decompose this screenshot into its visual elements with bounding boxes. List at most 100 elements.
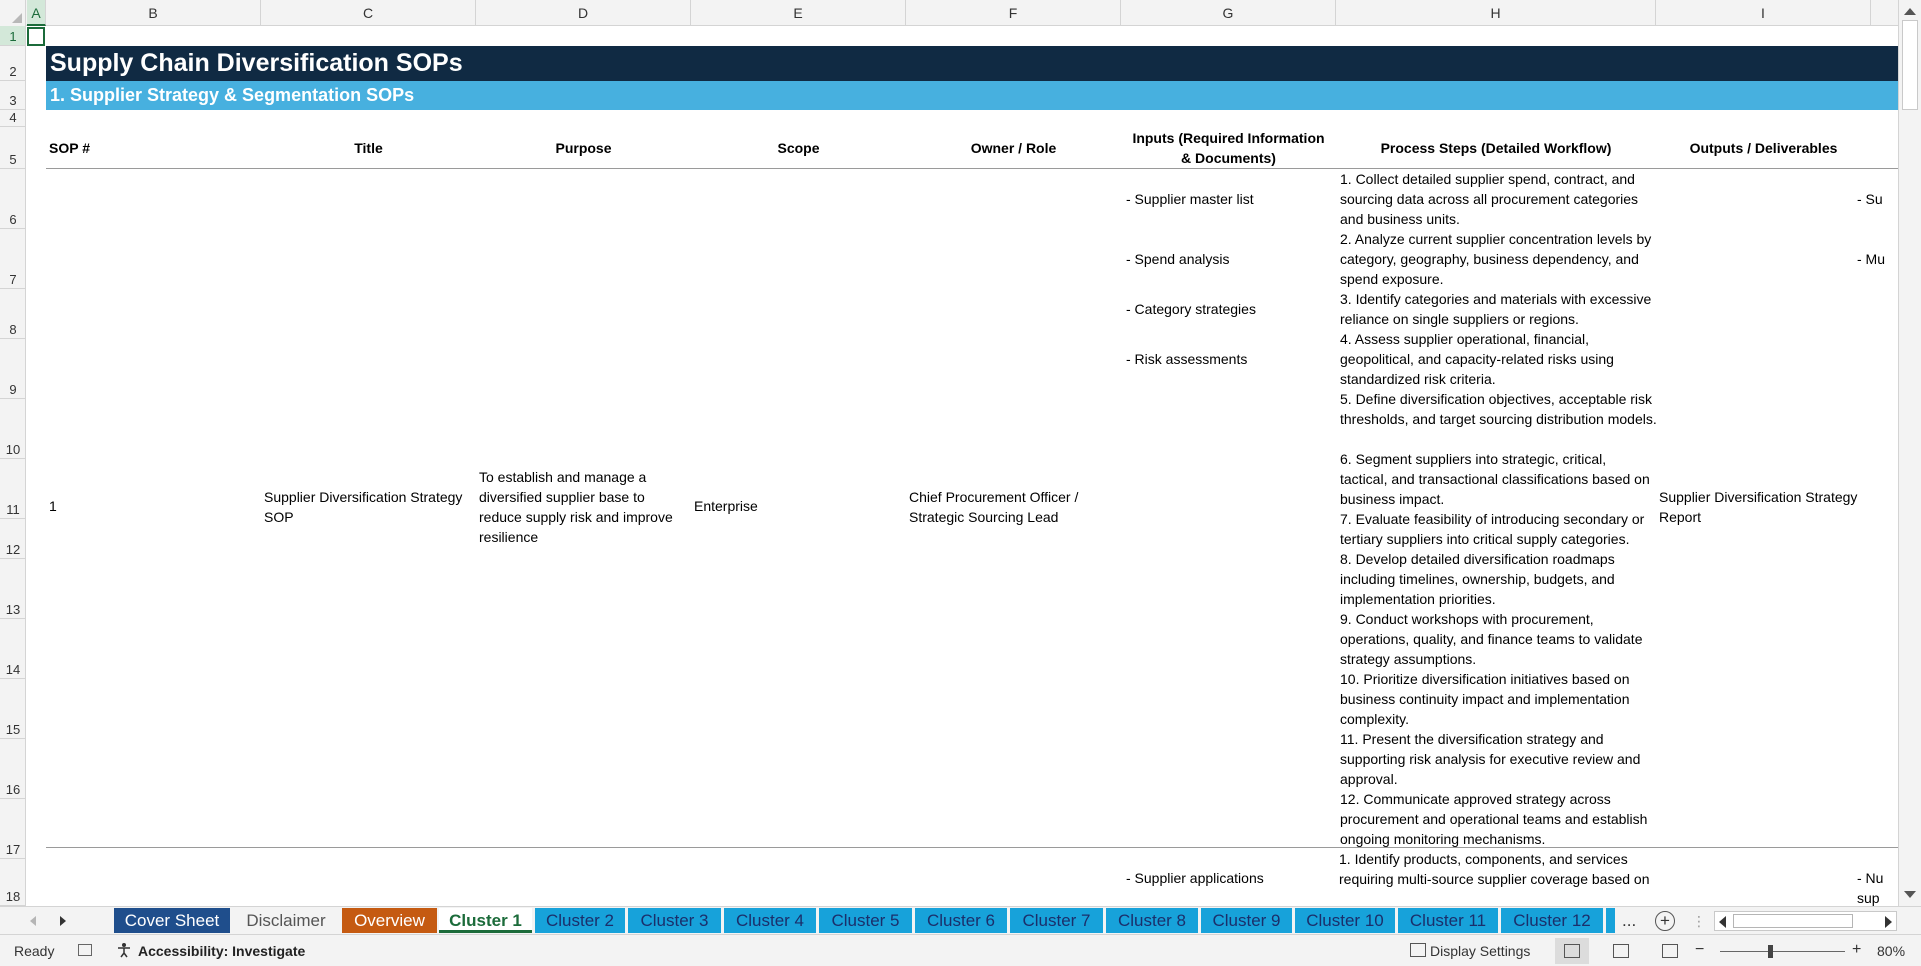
tab-splitter-handle[interactable]: ⋮ [1692,911,1706,931]
vertical-scroll-thumb[interactable] [1902,20,1918,110]
row-header-14[interactable]: 14 [0,619,25,679]
horizontal-scroll-thumb[interactable] [1733,914,1853,928]
vertical-scrollbar[interactable] [1898,0,1921,906]
clipped-deliverable-text: - Su [1857,191,1883,207]
row-header-8[interactable]: 8 [0,289,25,339]
process-step: 1. Collect detailed supplier spend, cont… [1340,171,1639,227]
column-header-e[interactable]: E [691,0,906,26]
section-title-banner: 1. Supplier Strategy & Segmentation SOPs [46,81,1898,110]
row-header-1[interactable]: 1 [0,26,25,46]
tab-cluster-1[interactable]: Cluster 1 [439,908,532,933]
column-header-f[interactable]: F [906,0,1121,26]
column-header-i[interactable]: I [1656,0,1871,26]
more-sheets-button[interactable]: ... [1622,907,1636,935]
scroll-right-arrow-icon[interactable] [1885,916,1892,928]
row-header-17[interactable]: 17 [0,799,25,859]
zoom-level[interactable]: 80% [1877,943,1905,959]
zoom-slider-track[interactable] [1720,951,1845,952]
column-header-c[interactable]: C [261,0,476,26]
row-header-13[interactable]: 13 [0,559,25,619]
column-header-h[interactable]: H [1336,0,1656,26]
scroll-left-arrow-icon[interactable] [1719,916,1726,928]
horizontal-scrollbar[interactable] [1714,911,1897,931]
header-purpose: Purpose [555,140,612,156]
selected-cell-a1[interactable] [27,27,45,46]
row-header-5[interactable]: 5 [0,127,25,169]
normal-view-button[interactable] [1555,938,1589,964]
sop2-input-item[interactable]: - Supplier applications [1126,868,1264,888]
row-header-3[interactable]: 3 [0,81,25,110]
accessibility-status[interactable]: Accessibility: Investigate [138,943,305,959]
row-header-10[interactable]: 10 [0,399,25,459]
sop2-process-step[interactable]: 1. Identify products, components, and se… [1336,849,1656,889]
tab-cover-sheet[interactable]: Cover Sheet [114,908,230,933]
tab-cluster-11[interactable]: Cluster 11 [1398,908,1498,933]
tab-cluster-7[interactable]: Cluster 7 [1010,908,1103,933]
process-step: 8. Develop detailed diversification road… [1340,551,1615,607]
tab-overview[interactable]: Overview [342,908,437,933]
sop-number-cell[interactable]: 1 [46,496,261,516]
row-header-11[interactable]: 11 [0,459,25,519]
macro-record-icon[interactable] [78,944,92,956]
process-step: 5. Define diversification objectives, ac… [1340,391,1657,427]
tab-cluster-4[interactable]: Cluster 4 [724,908,816,933]
sop-title-cell[interactable]: Supplier Diversification Strategy SOP [261,487,471,527]
process-step: 6. Segment suppliers into strategic, cri… [1340,451,1650,507]
tab-cluster-2[interactable]: Cluster 2 [535,908,625,933]
row-header-9[interactable]: 9 [0,339,25,399]
tab-disclaimer[interactable]: Disclaimer [232,908,340,933]
page-layout-view-icon[interactable] [1613,944,1629,958]
accessibility-icon[interactable] [116,942,132,958]
tab-cluster-6[interactable]: Cluster 6 [915,908,1007,933]
input-item: - Category strategies [1126,301,1256,317]
display-settings-icon[interactable] [1410,943,1426,957]
column-header-g[interactable]: G [1121,0,1336,26]
input-item: - Risk assessments [1126,351,1248,367]
row-header-4[interactable]: 4 [0,110,25,127]
select-all-corner[interactable] [0,0,26,26]
tab-cluster-12[interactable]: Cluster 12 [1501,908,1603,933]
tab-cluster-3[interactable]: Cluster 3 [628,908,721,933]
worksheet-grid[interactable]: Supply Chain Diversification SOPs 1. Sup… [27,27,1898,906]
row-header-15[interactable]: 15 [0,679,25,739]
scroll-down-arrow-icon[interactable] [1904,891,1916,898]
header-owner-role: Owner / Role [970,140,1057,156]
row-header-18[interactable]: 18 [0,859,25,906]
add-sheet-icon[interactable]: + [1655,911,1675,931]
tab-partial-next[interactable] [1606,908,1615,933]
row-header-6[interactable]: 6 [0,169,25,229]
zoom-in-button[interactable]: + [1852,941,1861,959]
scroll-up-arrow-icon[interactable] [1904,8,1916,15]
zoom-slider-thumb[interactable] [1768,945,1773,958]
tab-scroll-right-icon[interactable] [60,916,66,926]
sop-output-cell[interactable]: Supplier Diversification Strategy Report [1656,487,1866,527]
header-outputs: Outputs / Deliverables [1689,140,1838,156]
sop-process-steps-cell[interactable]: 1. Collect detailed supplier spend, cont… [1337,169,1657,849]
header-sop-number: SOP # [49,140,90,156]
tab-cluster-9[interactable]: Cluster 9 [1201,908,1292,933]
sop-owner-cell[interactable]: Chief Procurement Officer / Strategic So… [906,487,1116,527]
sop-scope-cell[interactable]: Enterprise [691,496,901,516]
tab-scroll-left-icon[interactable] [30,916,36,926]
status-bar: Ready Accessibility: Investigate Display… [0,934,1921,966]
row-header-16[interactable]: 16 [0,739,25,799]
tab-cluster-5[interactable]: Cluster 5 [819,908,912,933]
header-process-steps: Process Steps (Detailed Workflow) [1380,140,1612,156]
column-header-a[interactable]: A [27,0,46,26]
input-item: - Spend analysis [1126,251,1230,267]
tab-cluster-8[interactable]: Cluster 8 [1106,908,1198,933]
row-header-12[interactable]: 12 [0,519,25,559]
row-header-7[interactable]: 7 [0,229,25,289]
column-header-b[interactable]: B [46,0,261,26]
display-settings-button[interactable]: Display Settings [1430,943,1530,959]
row-header-2[interactable]: 2 [0,46,25,81]
zoom-out-button[interactable]: − [1695,941,1704,959]
sop-purpose-cell[interactable]: To establish and manage a diversified su… [476,467,681,547]
column-header-d[interactable]: D [476,0,691,26]
input-item: - Supplier master list [1126,191,1254,207]
grid-view-icon [1564,944,1580,958]
clipped-deliverable-text: - Mu [1857,251,1885,267]
tab-cluster-10[interactable]: Cluster 10 [1295,908,1395,933]
page-break-view-icon[interactable] [1662,944,1678,958]
process-step: 11. Present the diversification strategy… [1340,731,1641,787]
